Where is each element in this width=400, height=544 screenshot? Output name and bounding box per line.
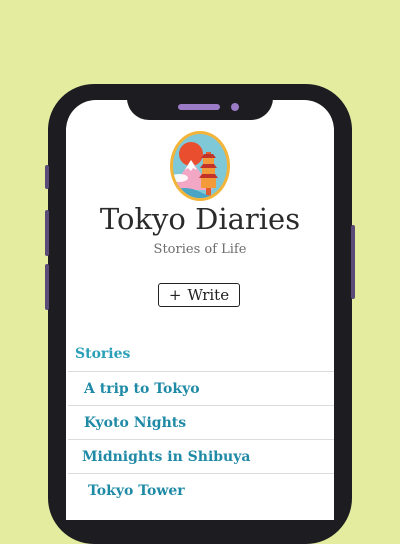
japan-logo-icon <box>170 131 230 201</box>
write-button-label: Write <box>187 286 230 304</box>
app-subtitle: Stories of Life <box>153 242 247 257</box>
story-item-label: Tokyo Tower <box>88 482 185 499</box>
story-list: A trip to Tokyo Kyoto Nights Midnights i… <box>66 371 334 507</box>
story-item-label: Kyoto Nights <box>84 414 187 431</box>
phone-side-button <box>45 165 49 189</box>
phone-side-button <box>45 210 49 256</box>
story-item-label: Midnights in Shibuya <box>82 448 251 465</box>
write-button[interactable]: + Write <box>158 283 240 307</box>
phone-notch <box>127 84 273 120</box>
story-item-label: A trip to Tokyo <box>84 380 200 397</box>
app-title: Tokyo Diaries <box>99 202 301 236</box>
story-item[interactable]: A trip to Tokyo <box>68 371 334 405</box>
stories-heading: Stories <box>75 346 131 362</box>
camera-icon <box>231 103 239 111</box>
phone-side-button <box>45 264 49 310</box>
phone-screen: Tokyo Diaries Stories of Life + Write St… <box>66 100 334 520</box>
story-item[interactable]: Midnights in Shibuya <box>68 439 334 473</box>
speaker-icon <box>178 104 220 110</box>
phone-side-button <box>351 225 355 299</box>
story-item[interactable]: Kyoto Nights <box>68 405 334 439</box>
plus-icon: + <box>168 286 182 304</box>
story-item[interactable]: Tokyo Tower <box>68 473 334 507</box>
